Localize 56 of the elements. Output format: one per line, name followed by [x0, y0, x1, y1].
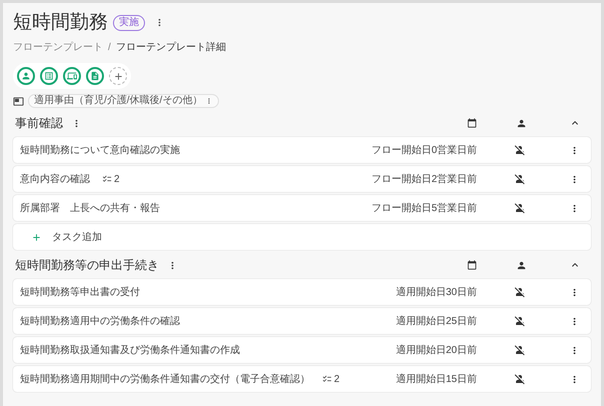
person-icon[interactable] [516, 260, 526, 270]
document-icon [90, 71, 100, 81]
task-row[interactable]: 意向内容の確認 2 フロー開始日2営業日前 [13, 166, 591, 192]
task-row[interactable]: 短時間勤務取扱通知書及び労働条件通知書の作成 適用開始日20日前 [13, 337, 591, 363]
devices-icon [67, 71, 77, 81]
checklist-icon [102, 174, 112, 184]
person-icon[interactable] [516, 118, 526, 128]
card-icon [13, 96, 24, 106]
person-icon [21, 71, 31, 81]
task-title: 意向内容の確認 [20, 172, 90, 186]
task-title: 短時間勤務適用期間中の労働条件通知書の交付（電子合意確認） [20, 372, 310, 386]
status-badge: 実施 [113, 14, 145, 30]
add-button[interactable] [109, 67, 127, 85]
icon-button[interactable] [17, 67, 35, 85]
task-title: 短時間勤務取扱通知書及び労働条件通知書の作成 [20, 344, 240, 358]
icon-button[interactable] [86, 67, 104, 85]
due-date: 適用開始日25日前 [396, 314, 477, 328]
filter-chip[interactable]: 適用事由（育児/介護/休職後/その他） [28, 94, 220, 108]
no-assignee-icon[interactable] [514, 373, 526, 385]
add-task-button[interactable]: タスク追加 [13, 224, 591, 250]
icon-button[interactable] [63, 67, 81, 85]
list-icon [44, 71, 54, 81]
due-date: フロー開始日0営業日前 [371, 144, 477, 158]
due-date: 適用開始日30日前 [396, 286, 477, 300]
plus-icon [112, 70, 124, 82]
no-assignee-icon[interactable] [514, 173, 526, 185]
breadcrumb-current: フローテンプレート詳細 [116, 40, 226, 55]
task-row[interactable]: 短時間勤務適用期間中の労働条件通知書の交付（電子合意確認） 2 適用開始日15日前 [13, 366, 591, 392]
task-title: 所属部署 上長への共有・報告 [20, 202, 160, 216]
task-row[interactable]: 短時間勤務について意向確認の実施 フロー開始日0営業日前 [13, 137, 591, 163]
no-assignee-icon[interactable] [514, 344, 526, 356]
due-date: フロー開始日2営業日前 [371, 172, 477, 186]
section-title: 事前確認 [15, 115, 63, 132]
due-date: フロー開始日5営業日前 [371, 202, 477, 216]
checklist-count: 2 [114, 172, 120, 186]
task-title: 短時間勤務適用中の労働条件の確認 [20, 314, 180, 328]
task-row[interactable]: 所属部署 上長への共有・報告 フロー開始日5営業日前 [13, 195, 591, 221]
calendar-icon[interactable] [467, 118, 477, 128]
checklist-icon [322, 374, 332, 384]
icon-button[interactable] [40, 67, 58, 85]
no-assignee-icon[interactable] [514, 315, 526, 327]
task-title: 短時間勤務について意向確認の実施 [20, 144, 180, 158]
no-assignee-icon[interactable] [514, 202, 526, 214]
add-task-label: タスク追加 [52, 230, 102, 244]
calendar-icon[interactable] [467, 260, 477, 270]
due-date: 適用開始日15日前 [396, 372, 477, 386]
due-date: 適用開始日20日前 [396, 344, 477, 358]
plus-icon [31, 232, 42, 242]
no-assignee-icon[interactable] [514, 286, 526, 298]
checklist-count: 2 [334, 372, 340, 386]
no-assignee-icon[interactable] [514, 144, 526, 156]
section-title: 短時間勤務等の申出手続き [15, 257, 159, 274]
page-title: 短時間勤務 [13, 13, 108, 32]
task-row[interactable]: 短時間勤務適用中の労働条件の確認 適用開始日25日前 [13, 308, 591, 334]
task-title: 短時間勤務等申出書の受付 [20, 286, 140, 300]
task-row[interactable]: 短時間勤務等申出書の受付 適用開始日30日前 [13, 279, 591, 305]
